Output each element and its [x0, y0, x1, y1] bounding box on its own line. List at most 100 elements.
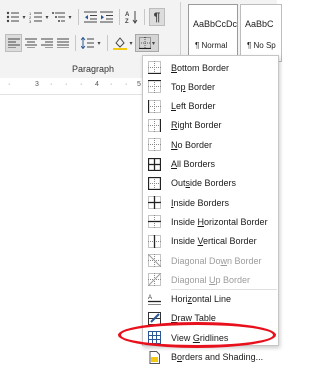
- paragraph-toolbar-row-1: ▾ 123 ▾ ▾ AZ ¶: [5, 8, 166, 26]
- borders-dropdown-arrow-icon: ▾: [151, 40, 155, 47]
- menu-item-borders-and-shading[interactable]: Borders and Shading...: [143, 348, 278, 367]
- all-borders-icon: [147, 157, 161, 171]
- pilcrow-icon: ¶: [153, 10, 161, 24]
- menu-item-horizontal-line[interactable]: A Horizontal Line: [143, 290, 278, 309]
- justify-button[interactable]: [55, 35, 70, 51]
- center-button[interactable]: [23, 35, 38, 51]
- multilevel-list-dropdown-arrow-icon[interactable]: ▾: [67, 9, 73, 25]
- label-text: ottom Border: [177, 62, 230, 73]
- align-left-button[interactable]: [5, 34, 22, 52]
- menu-item-diagonal-down-border: Diagonal Down Border: [143, 251, 278, 270]
- menu-item-diagonal-up-border: Diagonal Up Border: [143, 270, 278, 289]
- menu-item-left-border[interactable]: Left Border: [143, 97, 278, 116]
- style-no-spacing[interactable]: AaBbC ¶ No Sp: [240, 4, 282, 62]
- menu-item-inside-horizontal-border[interactable]: Inside Horizontal Border: [143, 212, 278, 231]
- label-text: o Border: [177, 139, 213, 150]
- label-text: orizontal Border: [204, 216, 268, 227]
- ruler-dot: ·: [110, 81, 113, 88]
- numbering-dropdown-arrow-icon[interactable]: ▾: [44, 9, 50, 25]
- menu-item-label: Bottom Border: [171, 63, 229, 73]
- numbering-button[interactable]: 123: [28, 9, 43, 25]
- top-border-icon: [147, 80, 161, 94]
- menu-item-no-border[interactable]: No Border: [143, 135, 278, 154]
- label-text: p Border: [215, 274, 251, 285]
- label-text: nside Borders: [173, 197, 230, 208]
- shading-dropdown-arrow-icon[interactable]: ▾: [128, 35, 134, 51]
- label-text: ide Borders: [190, 178, 237, 189]
- menu-item-inside-vertical-border[interactable]: Inside Vertical Border: [143, 232, 278, 251]
- label-text: Diagonal: [171, 274, 210, 285]
- style-normal[interactable]: AaBbCcDc ¶ Normal: [188, 4, 238, 62]
- label-text: n Border: [227, 255, 262, 266]
- menu-item-all-borders[interactable]: All Borders: [143, 155, 278, 174]
- menu-item-label: Top Border: [171, 82, 215, 92]
- decrease-indent-button[interactable]: [83, 9, 98, 25]
- style-name: ¶ No Sp: [247, 41, 276, 50]
- ruler-dot: ·: [80, 81, 83, 88]
- diagonal-up-border-icon: [147, 273, 161, 287]
- align-right-button[interactable]: [39, 35, 54, 51]
- menu-item-label: Inside Vertical Border: [171, 236, 257, 246]
- right-border-icon: [147, 118, 161, 132]
- svg-text:3: 3: [29, 19, 32, 23]
- borders-button[interactable]: ▾: [135, 34, 159, 52]
- inside-vertical-border-icon: [147, 234, 161, 248]
- bottom-border-icon: [147, 61, 161, 75]
- label-text: rders and Shading...: [182, 352, 264, 362]
- menu-item-outside-borders[interactable]: Outside Borders: [143, 174, 278, 193]
- borders-and-shading-icon: [147, 350, 161, 364]
- menu-item-bottom-border[interactable]: Bottom Border: [143, 58, 278, 77]
- menu-item-label: Horizontal Line: [171, 294, 231, 304]
- label-text: To: [171, 81, 181, 92]
- menu-item-inside-borders[interactable]: Inside Borders: [143, 193, 278, 212]
- menu-item-label: Diagonal Up Border: [171, 275, 250, 285]
- show-hide-formatting-button[interactable]: ¶: [149, 8, 165, 26]
- label-text: ight Border: [177, 120, 222, 131]
- menu-item-label: All Borders: [171, 159, 215, 169]
- multilevel-list-button[interactable]: [51, 9, 66, 25]
- outside-borders-icon: [147, 176, 161, 190]
- menu-item-right-border[interactable]: Right Border: [143, 116, 278, 135]
- line-spacing-button[interactable]: [80, 35, 95, 51]
- highlight-ring: [118, 322, 276, 348]
- label-text: ll Borders: [177, 159, 216, 169]
- diagonal-down-border-icon: [147, 254, 161, 268]
- line-spacing-dropdown-arrow-icon[interactable]: ▾: [96, 35, 102, 51]
- ruler-dot: ·: [50, 81, 53, 88]
- ruler-dot: ·: [8, 81, 11, 88]
- menu-item-label: Borders and Shading...: [171, 352, 263, 362]
- increase-indent-button[interactable]: [99, 9, 114, 25]
- menu-item-label: Inside Borders: [171, 198, 229, 208]
- paragraph-toolbar-row-2: ▾ ▾ ▾: [5, 34, 160, 52]
- inside-borders-icon: [147, 196, 161, 210]
- ruler-number: 3: [35, 81, 39, 88]
- menu-item-label: Diagonal Down Border: [171, 256, 262, 266]
- menu-item-label: Left Border: [171, 101, 216, 111]
- ruler-number: 4: [95, 81, 99, 88]
- label-text: Diagonal Do: [171, 255, 221, 266]
- ruler-number: 5: [137, 81, 141, 88]
- bullets-button[interactable]: [5, 9, 20, 25]
- borders-dropdown-menu: Bottom Border Top Border Left Border Right …: [142, 55, 279, 364]
- no-border-icon: [147, 138, 161, 152]
- menu-item-label: No Border: [171, 140, 212, 150]
- label-text: Out: [171, 178, 186, 189]
- style-name: ¶ Normal: [195, 41, 228, 50]
- toolbar-separator: [107, 35, 108, 51]
- ruler-dot: ·: [125, 81, 128, 88]
- sort-button[interactable]: AZ: [124, 9, 139, 25]
- menu-item-top-border[interactable]: Top Border: [143, 77, 278, 96]
- label-text: Inside: [171, 216, 198, 227]
- svg-text:Z: Z: [125, 19, 129, 24]
- bullets-dropdown-arrow-icon[interactable]: ▾: [21, 9, 27, 25]
- style-sample: AaBbC: [245, 19, 274, 29]
- shading-button[interactable]: [112, 35, 127, 51]
- left-border-icon: [147, 99, 161, 113]
- svg-text:A: A: [148, 295, 152, 301]
- inside-horizontal-border-icon: [147, 215, 161, 229]
- toolbar-separator: [78, 9, 79, 25]
- label-text: ontal Line: [192, 294, 232, 305]
- label-text: ertical Border: [203, 236, 257, 247]
- menu-item-label: Inside Horizontal Border: [171, 217, 268, 227]
- styles-gallery: AaBbCcDc ¶ Normal AaBbC ¶ No Sp: [188, 4, 284, 62]
